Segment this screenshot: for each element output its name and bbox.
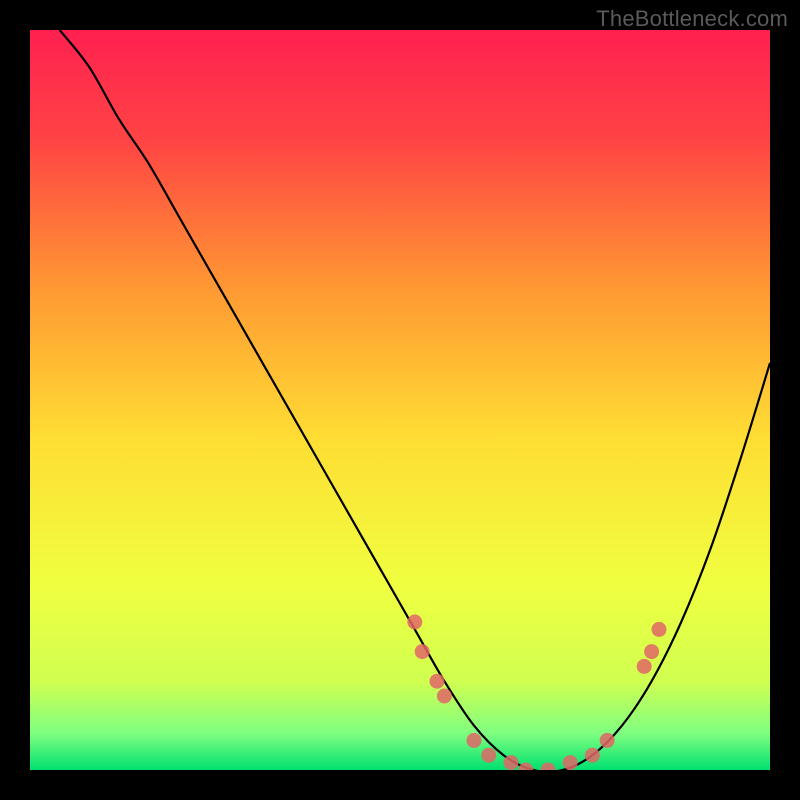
data-point <box>437 689 452 704</box>
bottleneck-chart <box>30 30 770 770</box>
data-point <box>407 615 422 630</box>
chart-container <box>30 30 770 770</box>
watermark-text: TheBottleneck.com <box>596 6 788 32</box>
data-point <box>415 644 430 659</box>
data-point <box>652 622 667 637</box>
data-point <box>504 755 519 770</box>
data-point <box>585 748 600 763</box>
gradient-background <box>30 30 770 770</box>
data-point <box>563 755 578 770</box>
data-point <box>644 644 659 659</box>
data-point <box>430 674 445 689</box>
data-point <box>600 733 615 748</box>
data-point <box>481 748 496 763</box>
data-point <box>637 659 652 674</box>
data-point <box>467 733 482 748</box>
